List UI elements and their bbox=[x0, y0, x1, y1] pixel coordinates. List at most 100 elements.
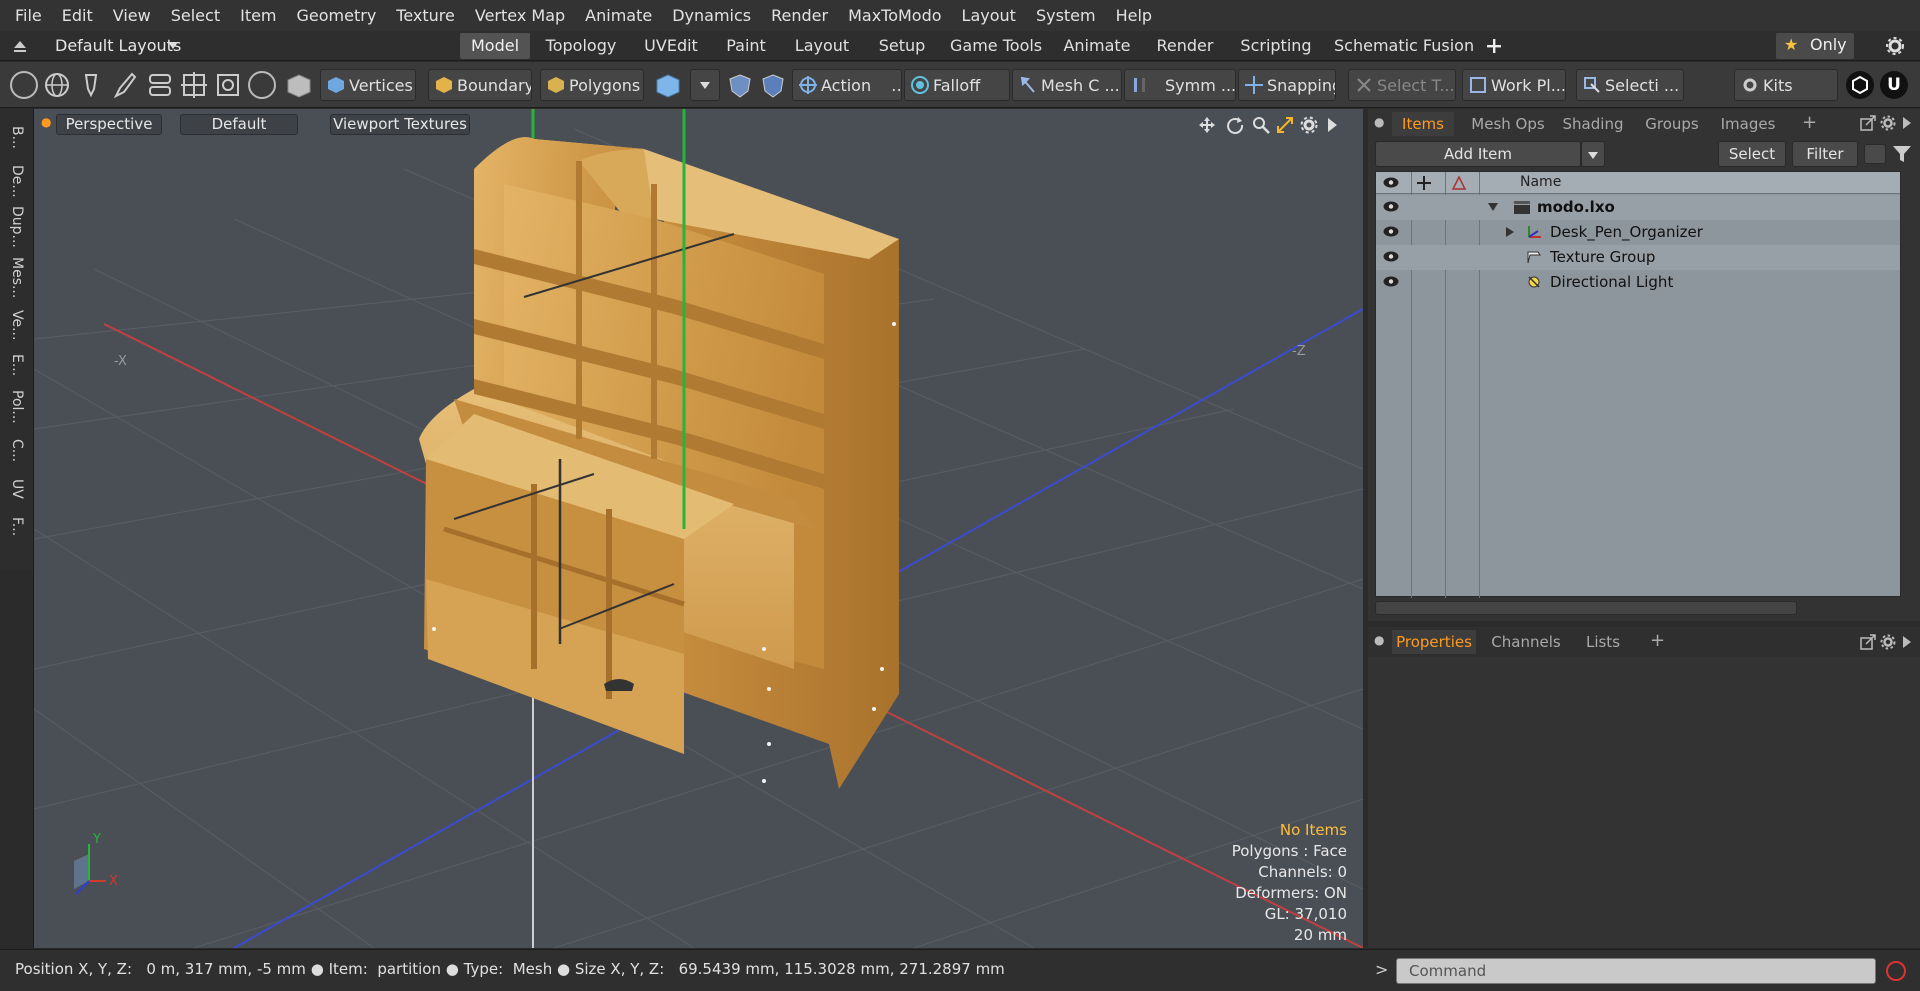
tree-row-texture-group[interactable]: Texture Group bbox=[1376, 245, 1900, 270]
tab-render[interactable]: Render bbox=[1152, 33, 1218, 59]
tab-images[interactable]: Images bbox=[1716, 112, 1780, 136]
menu-animate[interactable]: Animate bbox=[575, 0, 662, 31]
tab-groups[interactable]: Groups bbox=[1640, 112, 1704, 136]
add-item-button[interactable]: Add Item bbox=[1375, 141, 1581, 167]
maximize-icon[interactable] bbox=[1860, 115, 1876, 131]
eye-icon[interactable] bbox=[1383, 276, 1399, 287]
grid-select-icon[interactable] bbox=[180, 71, 208, 99]
rotate-icon[interactable] bbox=[1226, 116, 1244, 134]
collapse-list-icon[interactable] bbox=[1864, 144, 1886, 164]
only-toggle[interactable]: ★ Only bbox=[1776, 33, 1854, 59]
filter-button[interactable]: Filter bbox=[1792, 141, 1858, 167]
selection-sets-button[interactable]: Selecti ... bbox=[1576, 69, 1684, 101]
left-tab-curve[interactable]: C... bbox=[6, 435, 28, 467]
tab-lists[interactable]: Lists bbox=[1578, 630, 1628, 654]
zoom-icon[interactable] bbox=[1252, 116, 1270, 134]
left-tab-basic[interactable]: B... bbox=[6, 117, 28, 157]
globe-icon[interactable] bbox=[43, 71, 71, 99]
select-through-button[interactable]: Select T... bbox=[1348, 69, 1456, 101]
polygons-button[interactable]: Polygons bbox=[540, 69, 644, 101]
expand-right-icon[interactable] bbox=[1903, 117, 1911, 129]
loop-icon[interactable] bbox=[146, 71, 174, 99]
material-mode-icon[interactable] bbox=[655, 73, 681, 99]
funnel-icon[interactable] bbox=[1892, 145, 1912, 163]
left-tab-fusion[interactable]: F... bbox=[6, 511, 28, 543]
horizontal-scrollbar[interactable] bbox=[1375, 601, 1797, 615]
3d-viewport[interactable]: -X -Z Y X ● Perspective Default Viewport… bbox=[34, 109, 1363, 948]
add-tab-icon[interactable] bbox=[1486, 38, 1502, 54]
add-panel-tab-icon[interactable]: + bbox=[1802, 112, 1817, 133]
item-list[interactable]: Name modo.lxo Desk_Pen_Organizer Texture… bbox=[1375, 171, 1901, 598]
eye-icon[interactable] bbox=[1383, 226, 1399, 237]
tree-row-directional-light[interactable]: Directional Light bbox=[1376, 270, 1900, 295]
boundary-button[interactable]: Boundary bbox=[428, 69, 532, 101]
left-tab-mesh-edit[interactable]: Mes... bbox=[6, 255, 28, 301]
pen-icon[interactable] bbox=[78, 71, 104, 99]
tab-model[interactable]: Model bbox=[460, 33, 530, 59]
tab-layout[interactable]: Layout bbox=[790, 33, 854, 59]
gear-icon[interactable] bbox=[1880, 634, 1896, 650]
menu-system[interactable]: System bbox=[1026, 0, 1106, 31]
tab-animate[interactable]: Animate bbox=[1062, 33, 1132, 59]
menu-geometry[interactable]: Geometry bbox=[287, 0, 387, 31]
element-select-icon[interactable] bbox=[214, 71, 242, 99]
unreal-icon[interactable]: U bbox=[1880, 71, 1908, 99]
tab-uvedit[interactable]: UVEdit bbox=[634, 33, 708, 59]
menu-file[interactable]: File bbox=[5, 0, 52, 31]
shading-default-button[interactable]: Default bbox=[180, 114, 298, 135]
add-panel-tab-icon[interactable]: + bbox=[1650, 630, 1665, 651]
menu-render[interactable]: Render bbox=[761, 0, 838, 31]
mode-dropdown[interactable] bbox=[690, 69, 720, 101]
name-column-header[interactable]: Name bbox=[1520, 174, 1561, 190]
menu-maxtomodo[interactable]: MaxToModo bbox=[838, 0, 951, 31]
gear-icon[interactable] bbox=[1300, 116, 1318, 134]
lasso-icon[interactable] bbox=[248, 71, 276, 99]
left-tab-uv[interactable]: UV bbox=[6, 473, 28, 505]
panel-options-dot-icon[interactable]: ● bbox=[1374, 115, 1384, 129]
item-mode-icon[interactable] bbox=[286, 73, 312, 99]
circle-select-icon[interactable] bbox=[10, 71, 38, 99]
tab-topology[interactable]: Topology bbox=[540, 33, 622, 59]
panel-options-dot-icon[interactable]: ● bbox=[1374, 633, 1384, 647]
tab-schematic-fusion[interactable]: Schematic Fusion bbox=[1334, 33, 1474, 59]
snapping-button[interactable]: Snapping bbox=[1238, 69, 1336, 101]
lock-header-icon[interactable] bbox=[1416, 175, 1432, 191]
tab-channels[interactable]: Channels bbox=[1488, 630, 1564, 654]
menu-item[interactable]: Item bbox=[230, 0, 286, 31]
shield-icon[interactable] bbox=[727, 73, 753, 99]
brush-icon[interactable] bbox=[110, 71, 138, 99]
visibility-header-icon[interactable] bbox=[1383, 177, 1399, 188]
vertices-button[interactable]: Vertices bbox=[320, 69, 416, 101]
tab-mesh-ops[interactable]: Mesh Ops bbox=[1468, 112, 1548, 136]
chevron-down-icon[interactable] bbox=[168, 42, 178, 49]
tab-setup[interactable]: Setup bbox=[872, 33, 932, 59]
kits-button[interactable]: Kits bbox=[1734, 69, 1838, 101]
view-perspective-button[interactable]: Perspective bbox=[56, 114, 162, 135]
menu-view[interactable]: View bbox=[103, 0, 161, 31]
tab-paint[interactable]: Paint bbox=[718, 33, 774, 59]
left-tab-deform[interactable]: De... bbox=[6, 161, 28, 201]
maximize-icon[interactable] bbox=[1860, 634, 1876, 650]
shield-alt-icon[interactable] bbox=[760, 73, 786, 99]
eye-icon[interactable] bbox=[1383, 201, 1399, 212]
menu-help[interactable]: Help bbox=[1106, 0, 1162, 31]
left-tab-polygon[interactable]: Pol... bbox=[6, 385, 28, 429]
viewport-options-dot-icon[interactable]: ● bbox=[41, 115, 51, 129]
symmetry-button[interactable]: Symm ... bbox=[1124, 69, 1236, 101]
tab-shading[interactable]: Shading bbox=[1558, 112, 1628, 136]
falloff-button[interactable]: Falloff bbox=[904, 69, 1010, 101]
expand-down-icon[interactable] bbox=[1488, 203, 1498, 212]
eye-icon[interactable] bbox=[1383, 251, 1399, 262]
collapse-up-icon[interactable] bbox=[12, 39, 28, 53]
expand-right-icon[interactable] bbox=[1328, 118, 1338, 132]
render-header-icon[interactable] bbox=[1451, 175, 1467, 191]
gear-icon[interactable] bbox=[1886, 37, 1904, 55]
desk-pen-organizer-model[interactable] bbox=[419, 137, 899, 789]
expand-right-icon[interactable] bbox=[1506, 227, 1515, 237]
mesh-constraint-button[interactable]: Mesh C ... bbox=[1012, 69, 1122, 101]
viewport-textures-button[interactable]: Viewport Textures bbox=[330, 114, 470, 135]
add-item-dropdown[interactable] bbox=[1581, 141, 1605, 167]
tab-game-tools[interactable]: Game Tools bbox=[950, 33, 1042, 59]
gear-icon[interactable] bbox=[1880, 115, 1896, 131]
action-center-button[interactable]: Action… bbox=[792, 69, 902, 101]
